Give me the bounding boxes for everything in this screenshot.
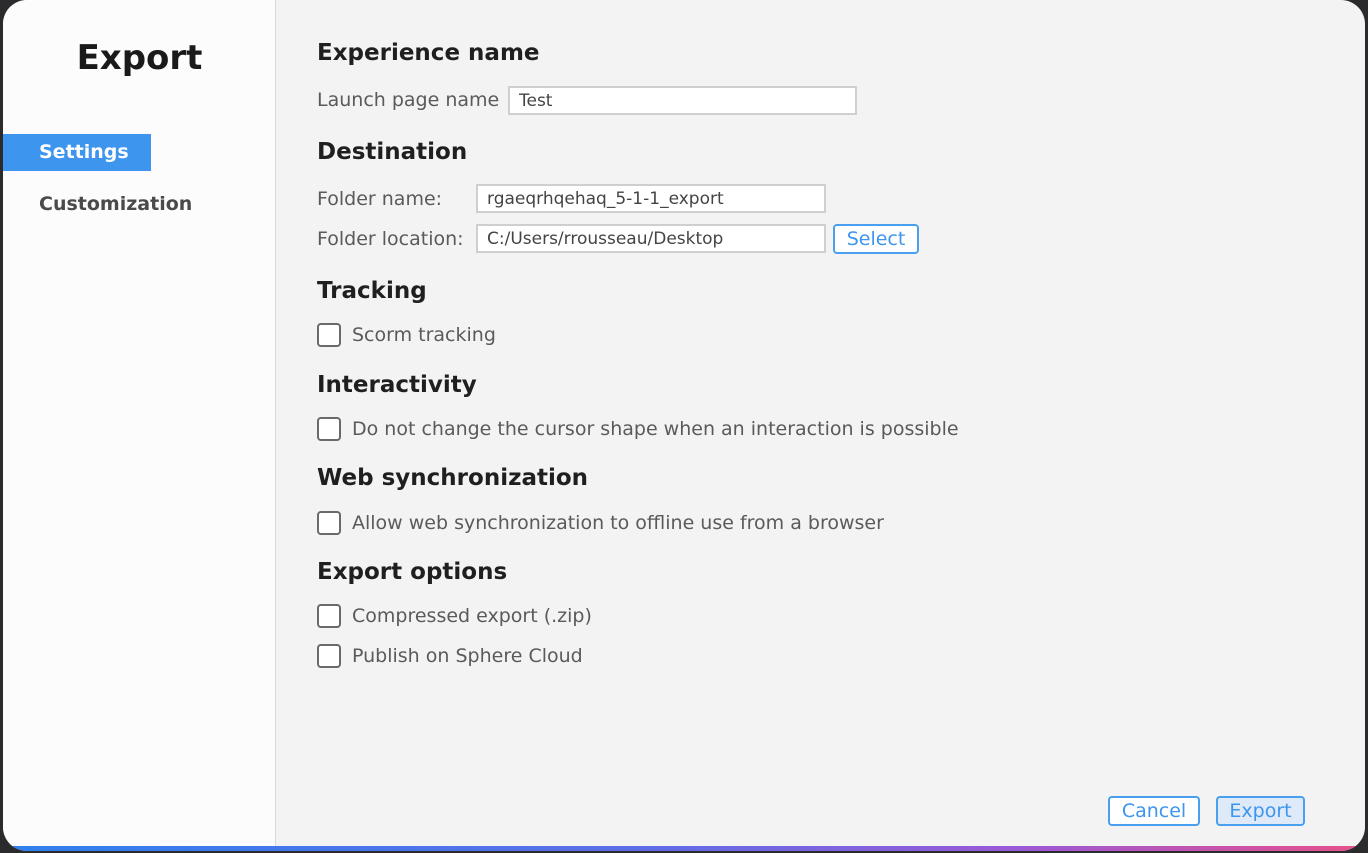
web-sync-label: Allow web synchronization to offline use…	[352, 512, 884, 534]
export-button[interactable]: Export	[1216, 796, 1305, 826]
publish-sphere-checkbox[interactable]	[317, 644, 341, 668]
publish-sphere-label: Publish on Sphere Cloud	[352, 645, 583, 667]
web-sync-option[interactable]: Allow web synchronization to offline use…	[317, 510, 884, 536]
launch-page-label: Launch page name	[317, 89, 500, 111]
launch-page-input[interactable]	[508, 86, 857, 115]
sidebar-item-customization[interactable]: Customization	[3, 186, 233, 223]
section-title-destination: Destination	[317, 139, 468, 165]
export-dialog: Export Settings Customization Experience…	[3, 0, 1365, 851]
section-title-web-sync: Web synchronization	[317, 465, 589, 491]
cursor-shape-checkbox[interactable]	[317, 417, 341, 441]
scorm-tracking-label: Scorm tracking	[352, 324, 496, 346]
section-title-interactivity: Interactivity	[317, 372, 477, 398]
scorm-tracking-checkbox[interactable]	[317, 323, 341, 347]
publish-sphere-option[interactable]: Publish on Sphere Cloud	[317, 643, 583, 669]
select-folder-button[interactable]: Select	[833, 224, 919, 254]
settings-panel: Experience name Launch page name Destina…	[317, 0, 1365, 851]
scorm-tracking-option[interactable]: Scorm tracking	[317, 322, 496, 348]
compressed-export-option[interactable]: Compressed export (.zip)	[317, 603, 592, 629]
folder-name-input[interactable]	[476, 184, 826, 213]
folder-location-input[interactable]	[476, 224, 826, 253]
web-sync-checkbox[interactable]	[317, 511, 341, 535]
sidebar-title: Export	[76, 38, 203, 78]
cursor-shape-label: Do not change the cursor shape when an i…	[352, 418, 959, 440]
folder-name-label: Folder name:	[317, 188, 443, 210]
compressed-export-label: Compressed export (.zip)	[352, 605, 592, 627]
section-title-experience: Experience name	[317, 40, 540, 66]
cursor-shape-option[interactable]: Do not change the cursor shape when an i…	[317, 416, 959, 442]
sidebar: Export Settings Customization	[3, 0, 276, 846]
accent-gradient-bar	[3, 846, 1365, 851]
folder-location-label: Folder location:	[317, 228, 464, 250]
section-title-export-options: Export options	[317, 559, 508, 585]
section-title-tracking: Tracking	[317, 278, 427, 304]
sidebar-item-settings[interactable]: Settings	[3, 134, 151, 171]
cancel-button[interactable]: Cancel	[1108, 796, 1200, 826]
compressed-export-checkbox[interactable]	[317, 604, 341, 628]
